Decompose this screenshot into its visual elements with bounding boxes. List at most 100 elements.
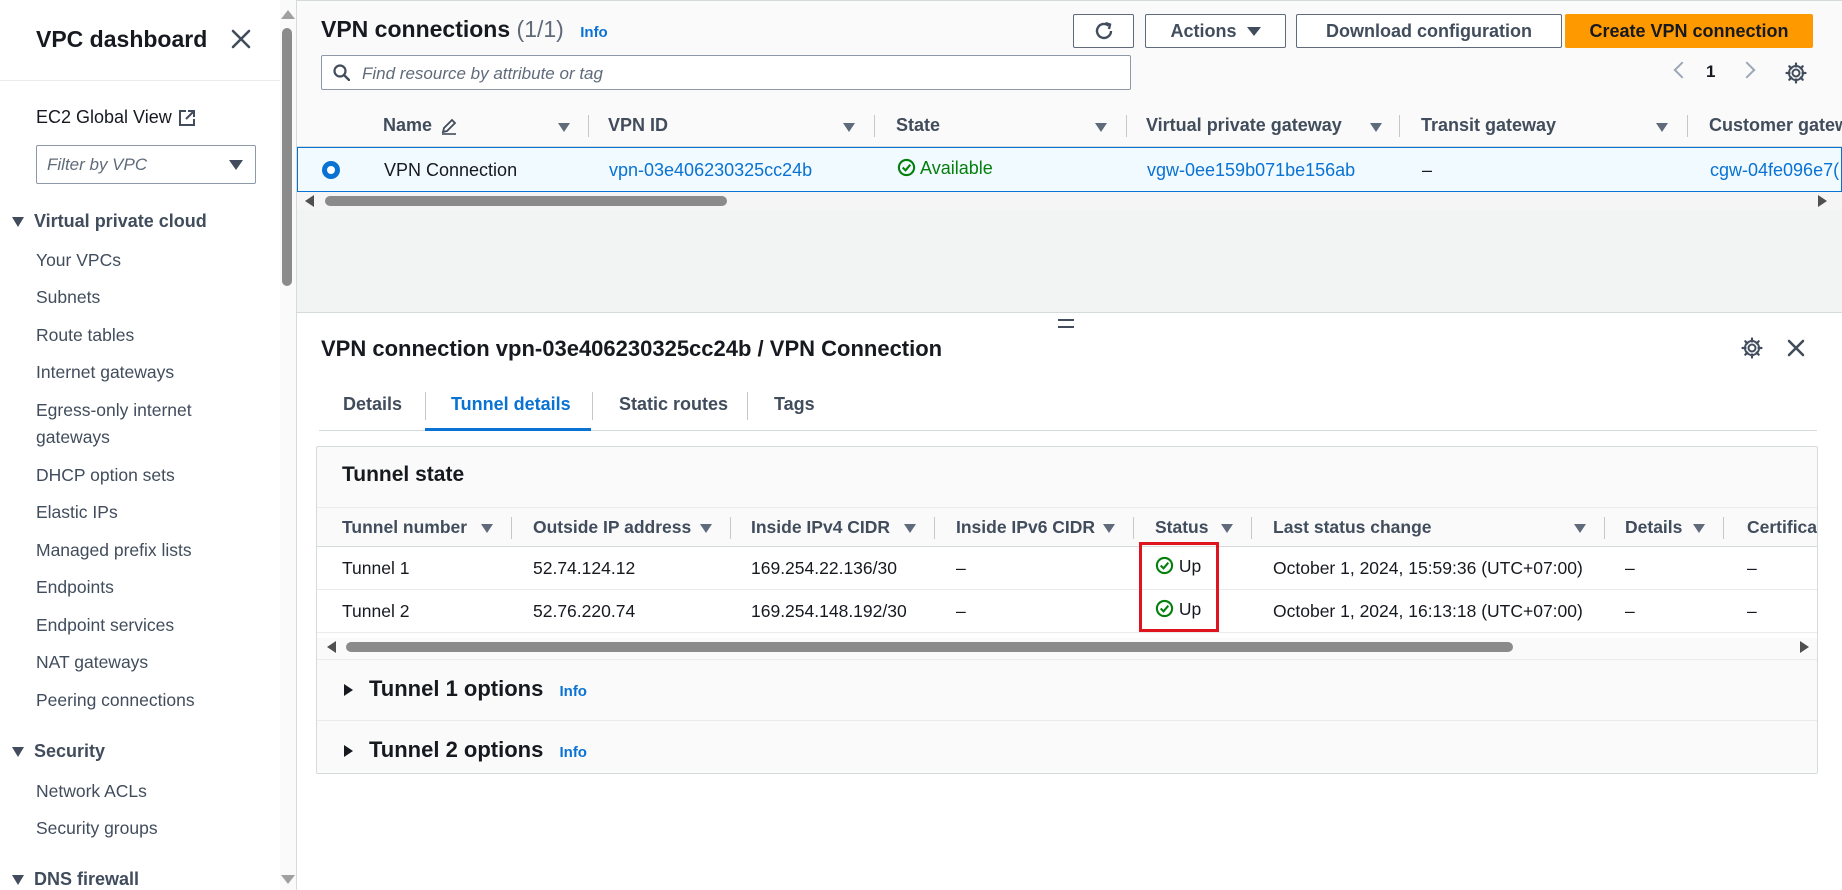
sort-icon[interactable] (558, 123, 570, 132)
sidebar-item-endpoints[interactable]: Endpoints (36, 574, 236, 601)
sort-icon[interactable] (1221, 524, 1233, 533)
info-link[interactable]: Info (559, 683, 587, 700)
create-vpn-connection-button[interactable]: Create VPN connection (1565, 14, 1813, 48)
sidebar-item-internet-gateways[interactable]: Internet gateways (36, 359, 236, 386)
column-separator[interactable] (934, 517, 935, 539)
column-header-details[interactable]: Details (1625, 517, 1682, 538)
column-header-inside-ipv4[interactable]: Inside IPv4 CIDR (751, 517, 890, 538)
column-separator[interactable] (1604, 517, 1605, 539)
column-header-vpn-id[interactable]: VPN ID (608, 115, 668, 136)
settings-icon[interactable] (1785, 62, 1807, 84)
column-header-certificate[interactable]: Certifica (1747, 517, 1817, 538)
sort-icon[interactable] (1103, 524, 1115, 533)
page-number[interactable]: 1 (1706, 62, 1715, 82)
scroll-left-icon[interactable] (327, 641, 336, 653)
scroll-down-icon[interactable] (281, 875, 295, 884)
table-row[interactable]: VPN Connection vpn-03e406230325cc24b Ava… (297, 147, 1842, 192)
column-header-outside-ip[interactable]: Outside IP address (533, 517, 691, 538)
resize-handle[interactable] (1058, 319, 1074, 328)
column-separator[interactable] (1251, 517, 1252, 539)
column-header-state[interactable]: State (896, 115, 940, 136)
sort-icon[interactable] (843, 123, 855, 132)
sidebar-title[interactable]: VPC dashboard (36, 26, 207, 53)
sort-icon[interactable] (904, 524, 916, 533)
sort-icon[interactable] (700, 524, 712, 533)
sidebar-item-your-vpcs[interactable]: Your VPCs (36, 247, 236, 274)
sidebar-scroll-thumb[interactable] (282, 28, 292, 286)
scroll-left-icon[interactable] (305, 195, 314, 207)
column-header-virtual-private-gateway[interactable]: Virtual private gateway (1146, 115, 1342, 136)
column-separator[interactable] (588, 115, 589, 137)
section-dns-firewall[interactable]: DNS firewall (12, 869, 139, 890)
refresh-button[interactable] (1073, 14, 1134, 48)
sidebar-item-managed-prefix-lists[interactable]: Managed prefix lists (36, 537, 236, 564)
column-header-inside-ipv6[interactable]: Inside IPv6 CIDR (956, 517, 1095, 538)
ec2-global-view-label: EC2 Global View (36, 107, 172, 127)
tab-separator (425, 392, 426, 420)
ec2-global-view-link[interactable]: EC2 Global View (36, 107, 196, 128)
expander-label-text: Tunnel 2 options (369, 737, 544, 762)
detail-tabs: Details Tunnel details Static routes Tag… (319, 384, 1817, 431)
tunnel-1-options-expander[interactable]: Tunnel 1 options Info (317, 659, 1817, 720)
column-separator[interactable] (874, 115, 875, 137)
cell-vpn-id-link[interactable]: vpn-03e406230325cc24b (609, 160, 812, 181)
column-header-last-status-change[interactable]: Last status change (1273, 517, 1432, 538)
sort-icon[interactable] (1693, 524, 1705, 533)
sidebar-item-nat-gateways[interactable]: NAT gateways (36, 649, 236, 676)
tab-tunnel-details[interactable]: Tunnel details (451, 394, 571, 415)
tab-static-routes[interactable]: Static routes (619, 394, 728, 415)
cell-vgw-link[interactable]: vgw-0ee159b071be156ab (1147, 160, 1355, 181)
sidebar-item-endpoint-services[interactable]: Endpoint services (36, 612, 236, 639)
cell-cgw-link[interactable]: cgw-04fe096e7( (1710, 160, 1839, 181)
column-header-transit-gateway[interactable]: Transit gateway (1421, 115, 1556, 136)
tunnel-2-options-expander[interactable]: Tunnel 2 options Info (317, 720, 1817, 773)
column-separator[interactable] (1687, 115, 1688, 137)
horizontal-scroll-thumb[interactable] (346, 642, 1513, 652)
tab-details[interactable]: Details (343, 394, 402, 415)
column-separator[interactable] (730, 517, 731, 539)
column-separator[interactable] (1126, 115, 1127, 137)
sort-icon[interactable] (481, 524, 493, 533)
column-header-customer-gateway[interactable]: Customer gatew (1709, 115, 1842, 136)
scroll-up-icon[interactable] (281, 10, 295, 19)
refresh-icon (1095, 21, 1112, 40)
info-link[interactable]: Info (559, 744, 587, 761)
column-separator[interactable] (1399, 115, 1400, 137)
settings-icon[interactable] (1741, 337, 1763, 359)
horizontal-scroll-thumb[interactable] (325, 196, 727, 206)
section-virtual-private-cloud[interactable]: Virtual private cloud (12, 211, 207, 232)
sidebar-item-peering-connections[interactable]: Peering connections (36, 687, 236, 714)
table-row: Tunnel 2 52.76.220.74 169.254.148.192/30… (317, 590, 1817, 633)
tab-tags[interactable]: Tags (774, 394, 815, 415)
close-icon[interactable] (1785, 337, 1807, 359)
sort-icon[interactable] (1656, 123, 1668, 132)
scroll-right-icon[interactable] (1818, 195, 1827, 207)
sidebar-item-dhcp-option-sets[interactable]: DHCP option sets (36, 462, 236, 489)
column-header-tunnel-number[interactable]: Tunnel number (342, 517, 467, 538)
sidebar-item-elastic-ips[interactable]: Elastic IPs (36, 499, 236, 526)
sidebar-item-subnets[interactable]: Subnets (36, 284, 236, 311)
sort-icon[interactable] (1574, 524, 1586, 533)
vpc-filter-select[interactable]: Filter by VPC (36, 145, 256, 184)
search-icon (333, 64, 350, 81)
sidebar-item-route-tables[interactable]: Route tables (36, 322, 236, 349)
search-input[interactable]: Find resource by attribute or tag (321, 55, 1131, 90)
column-header-status[interactable]: Status (1155, 517, 1208, 538)
actions-button[interactable]: Actions (1145, 14, 1286, 48)
close-icon[interactable] (228, 26, 254, 52)
info-link[interactable]: Info (580, 24, 608, 41)
sidebar-item-egress-only-internet-gateways[interactable]: Egress-only internet gateways (36, 397, 236, 451)
column-separator[interactable] (511, 517, 512, 539)
download-configuration-button[interactable]: Download configuration (1296, 14, 1562, 48)
scroll-right-icon[interactable] (1800, 641, 1809, 653)
row-select-radio[interactable] (322, 161, 340, 179)
sidebar-item-network-acls[interactable]: Network ACLs (36, 778, 236, 805)
caret-down-icon (1246, 26, 1261, 36)
column-header-name[interactable]: Name (383, 115, 458, 136)
column-separator[interactable] (1723, 517, 1724, 539)
column-separator[interactable] (1133, 517, 1134, 539)
sort-icon[interactable] (1370, 123, 1382, 132)
sidebar-item-security-groups[interactable]: Security groups (36, 815, 236, 842)
sort-icon[interactable] (1095, 123, 1107, 132)
section-security[interactable]: Security (12, 741, 105, 762)
